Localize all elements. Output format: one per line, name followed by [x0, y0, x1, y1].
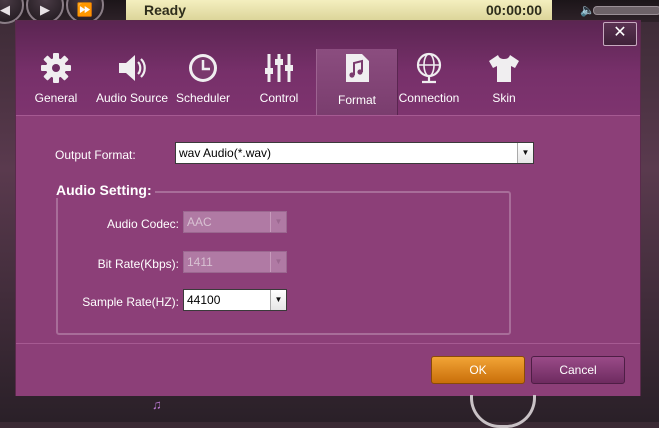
cancel-button[interactable]: Cancel: [531, 356, 625, 384]
fast-forward-icon: ⏩: [76, 2, 94, 17]
output-format-value: wav Audio(*.wav): [179, 146, 272, 160]
time-display: 00:00:00: [485, 2, 542, 18]
output-format-label: Output Format:: [55, 148, 136, 162]
format-panel: Output Format: wav Audio(*.wav) ▼ Audio …: [16, 115, 640, 344]
status-text: Ready: [144, 2, 187, 18]
disc-decoration: [470, 395, 536, 428]
sample-rate-label: Sample Rate(HZ):: [82, 295, 179, 309]
speaker-icon: [92, 52, 172, 84]
tab-general[interactable]: General: [16, 49, 96, 112]
status-display: Ready 00:00:00: [126, 0, 552, 21]
bit-rate-select[interactable]: 1411 ▼: [183, 251, 287, 273]
bit-rate-value: 1411: [187, 255, 213, 269]
volume-slider[interactable]: [593, 6, 659, 15]
previous-icon: ◀: [0, 2, 10, 17]
music-note-icon: [317, 52, 397, 84]
sample-rate-value: 44100: [187, 293, 221, 307]
player-bar: ◀ ▶ ⏩ Ready 00:00:00 🔈: [0, 0, 659, 24]
close-icon: ✕: [613, 24, 627, 41]
settings-dialog: ✕ General Audio Source Scheduler Control…: [16, 21, 640, 396]
music-note-decoration: ♫: [152, 397, 162, 412]
tab-format[interactable]: Format: [316, 49, 398, 115]
audio-setting-title: Audio Setting:: [53, 182, 155, 198]
output-format-select[interactable]: wav Audio(*.wav) ▼: [175, 142, 534, 164]
tab-label: Skin: [492, 91, 516, 105]
gear-icon: [16, 52, 96, 84]
chevron-down-icon: ▼: [270, 212, 286, 232]
audio-codec-label: Audio Codec:: [106, 217, 179, 231]
bit-rate-label: Bit Rate(Kbps):: [97, 257, 179, 271]
tab-skin[interactable]: Skin: [464, 49, 544, 112]
tab-scheduler[interactable]: Scheduler: [163, 49, 243, 112]
globe-icon: [389, 52, 469, 84]
audio-codec-value: AAC: [187, 215, 212, 229]
close-button[interactable]: ✕: [603, 22, 637, 46]
audio-codec-select[interactable]: AAC ▼: [183, 211, 287, 233]
sliders-icon: [239, 52, 319, 84]
chevron-down-icon: ▼: [517, 143, 533, 163]
clock-icon: [163, 52, 243, 84]
tab-control[interactable]: Control: [239, 49, 319, 112]
tab-connection[interactable]: Connection: [389, 49, 469, 112]
chevron-down-icon: ▼: [270, 252, 286, 272]
ok-button[interactable]: OK: [431, 356, 525, 384]
play-icon: ▶: [40, 2, 50, 17]
chevron-down-icon: ▼: [270, 290, 286, 310]
dialog-footer: OK Cancel: [16, 343, 640, 396]
tab-bar: ✕ General Audio Source Scheduler Control…: [16, 21, 640, 115]
sample-rate-select[interactable]: 44100 ▼: [183, 289, 287, 311]
tshirt-icon: [464, 52, 544, 84]
